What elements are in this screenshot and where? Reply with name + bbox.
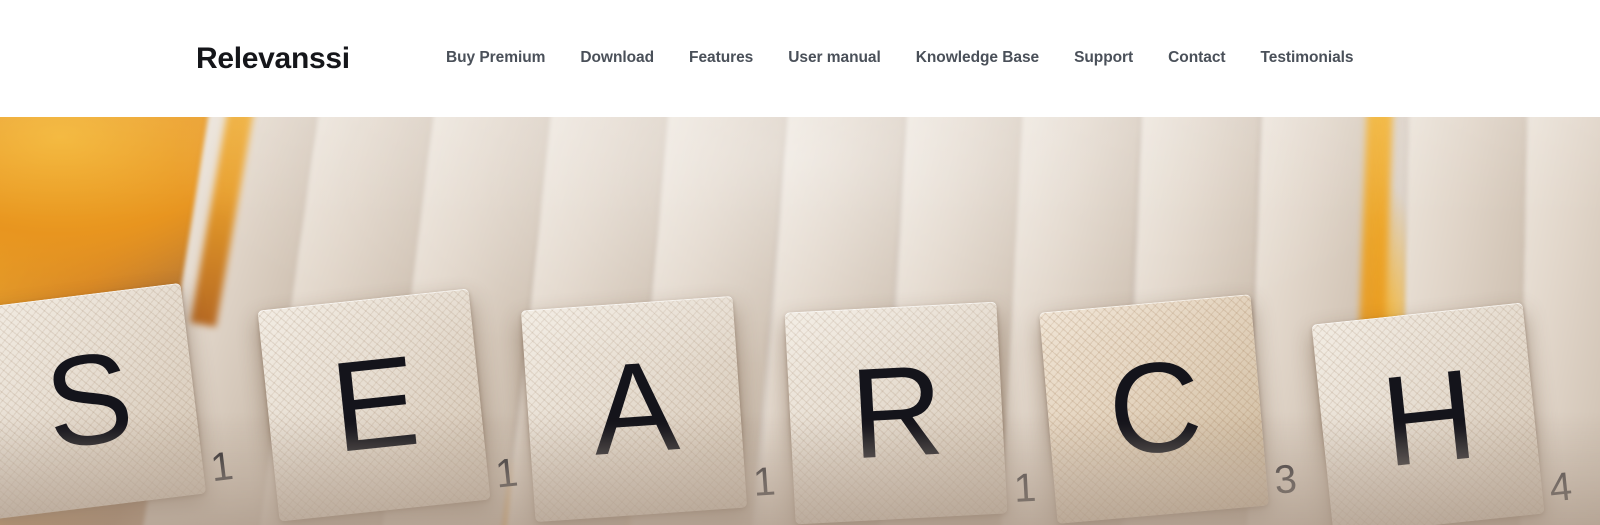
site-logo[interactable]: Relevanssi [196,40,350,78]
nav-item-download[interactable]: Download [580,47,654,69]
nav-item-features[interactable]: Features [689,47,753,69]
hero-foreground-blur [0,425,1600,525]
nav-item-knowledge-base[interactable]: Knowledge Base [916,47,1039,69]
nav-item-contact[interactable]: Contact [1168,47,1225,69]
hero-banner-image: S 1 E 1 A 1 R 1 C 3 H 4 [0,117,1600,525]
site-header: Relevanssi Buy Premium Download Features… [0,0,1600,117]
nav-item-support[interactable]: Support [1074,47,1133,69]
nav-item-buy-premium[interactable]: Buy Premium [446,47,545,69]
primary-navigation: Buy Premium Download Features User manua… [446,47,1354,69]
nav-item-testimonials[interactable]: Testimonials [1261,47,1354,69]
page-root: Relevanssi Buy Premium Download Features… [0,0,1600,525]
nav-item-user-manual[interactable]: User manual [788,47,881,69]
